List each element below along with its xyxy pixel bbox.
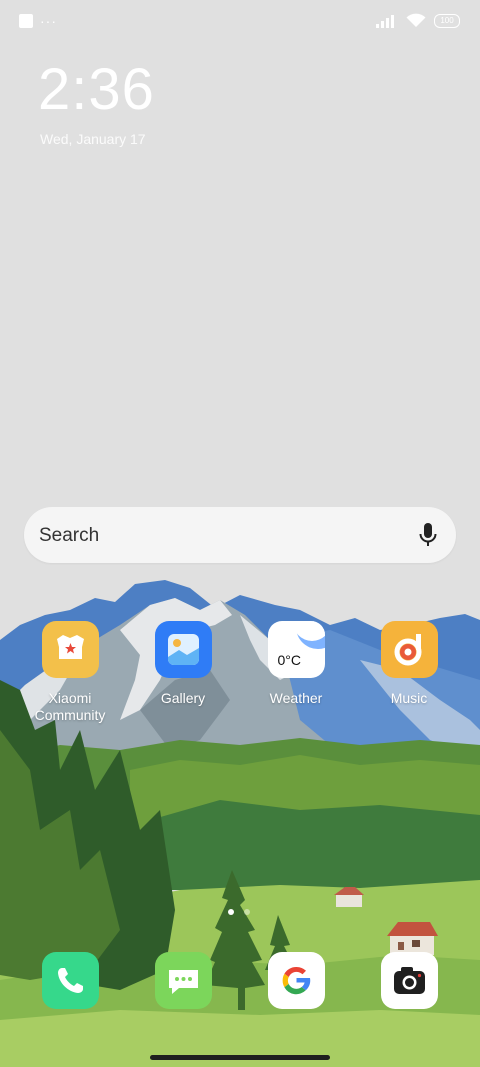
more-notifications-icon: ···: [40, 13, 57, 29]
dock-camera[interactable]: [359, 952, 459, 1009]
clock[interactable]: 2:36: [38, 56, 155, 123]
gallery-icon: [154, 621, 212, 678]
dock-messages[interactable]: [133, 952, 233, 1009]
xiaomi-community-icon: [41, 621, 99, 678]
notification-icon: [19, 14, 33, 28]
google-icon: [267, 952, 325, 1009]
battery-icon: 100: [434, 13, 460, 28]
messages-icon: [154, 952, 212, 1009]
app-gallery[interactable]: Gallery: [133, 621, 233, 707]
dock-phone[interactable]: [20, 952, 120, 1009]
search-bar[interactable]: Search: [24, 507, 456, 563]
status-bar: ··· 100: [0, 0, 480, 44]
app-label: Xiaomi Community: [34, 690, 106, 723]
microphone-icon[interactable]: [418, 522, 438, 548]
app-label: Gallery: [160, 690, 206, 706]
music-icon: [380, 621, 438, 678]
page-indicator: [228, 909, 250, 915]
page-dot-active: [228, 909, 234, 915]
weather-icon: 0°C: [267, 621, 325, 678]
home-indicator[interactable]: [150, 1055, 330, 1060]
dock-google[interactable]: [246, 952, 346, 1009]
app-label: Music: [390, 690, 428, 706]
date-label: Wed, January 17: [40, 131, 146, 147]
app-xiaomi-community[interactable]: Xiaomi Community: [20, 621, 120, 724]
page-dot: [244, 909, 250, 915]
search-placeholder: Search: [39, 525, 100, 546]
signal-icon: [376, 14, 394, 28]
phone-icon: [41, 952, 99, 1009]
app-label: Weather: [269, 690, 323, 706]
wifi-icon: [406, 13, 426, 27]
weather-temp: 0°C: [277, 652, 302, 668]
camera-icon: [380, 952, 438, 1009]
app-music[interactable]: Music: [359, 621, 459, 707]
app-weather[interactable]: 0°C Weather: [246, 621, 346, 707]
